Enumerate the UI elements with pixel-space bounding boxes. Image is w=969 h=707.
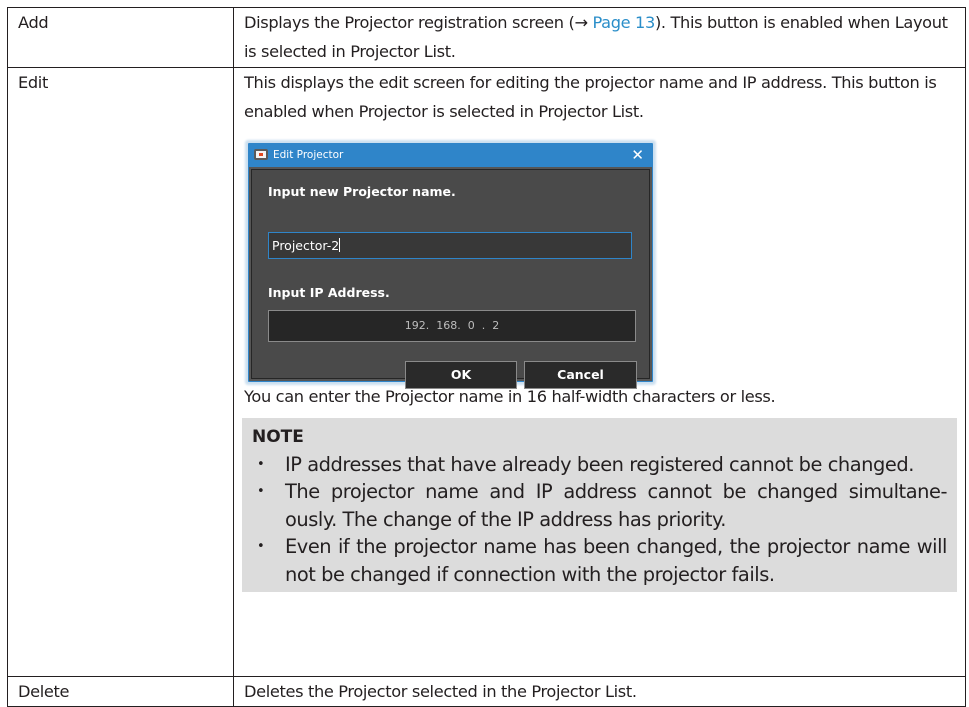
list-item: The projector name and IP address cannot… — [252, 478, 947, 533]
delete-description: Deletes the Projector selected in the Pr… — [244, 681, 637, 701]
list-item: Even if the projector name has been chan… — [252, 533, 947, 588]
term-cell: Edit — [7, 66, 234, 677]
note-title: NOTE — [252, 426, 304, 447]
app-icon — [254, 148, 268, 160]
name-label: Input new Projector name. — [268, 183, 456, 199]
cancel-button[interactable]: Cancel — [524, 360, 637, 389]
term-edit: Edit — [18, 72, 48, 92]
note-list: IP addresses that have already been regi… — [252, 451, 947, 589]
add-description-text: Displays the Projector registration scre… — [244, 13, 593, 32]
dialog-body: Input new Projector name. Projector-2 In… — [251, 168, 650, 389]
projector-name-input[interactable]: Projector-2 — [268, 231, 632, 259]
term-delete: Delete — [18, 681, 70, 701]
term-cell: Delete — [7, 675, 234, 707]
dialog-titlebar: Edit Projector ✕ — [249, 143, 652, 167]
projector-name-value: Projector-2 — [272, 237, 340, 253]
description-cell: Deletes the Projector selected in the Pr… — [233, 675, 966, 707]
text-caret — [339, 237, 341, 252]
note-box: NOTE IP addresses that have already been… — [242, 417, 957, 592]
ip-address-input[interactable]: 192. 168. 0 . 2 — [268, 309, 636, 342]
edit-description: This displays the edit screen for editin… — [244, 72, 937, 121]
term-cell: Add — [7, 7, 234, 68]
list-item: IP addresses that have already been regi… — [252, 451, 947, 479]
page-link[interactable]: Page 13 — [592, 13, 655, 32]
description-cell: This displays the edit screen for editin… — [233, 66, 966, 677]
close-icon[interactable]: ✕ — [631, 144, 644, 166]
description-cell: Displays the Projector registration scre… — [233, 7, 966, 68]
ip-label: Input IP Address. — [268, 284, 390, 300]
function-table: Add Displays the Projector registration … — [7, 7, 966, 707]
table-row: Edit This displays the edit screen for e… — [7, 66, 966, 677]
add-description: Displays the Projector registration scre… — [244, 8, 955, 66]
ip-address-value: 192. 168. 0 . 2 — [404, 318, 500, 332]
term-add: Add — [18, 13, 49, 32]
table-row: Delete Deletes the Projector selected in… — [7, 675, 966, 707]
table-row: Add Displays the Projector registration … — [7, 7, 966, 68]
edit-projector-dialog: Edit Projector ✕ Input new Projector nam… — [248, 142, 653, 389]
ok-button[interactable]: OK — [405, 360, 517, 389]
dialog-title: Edit Projector — [273, 148, 344, 161]
